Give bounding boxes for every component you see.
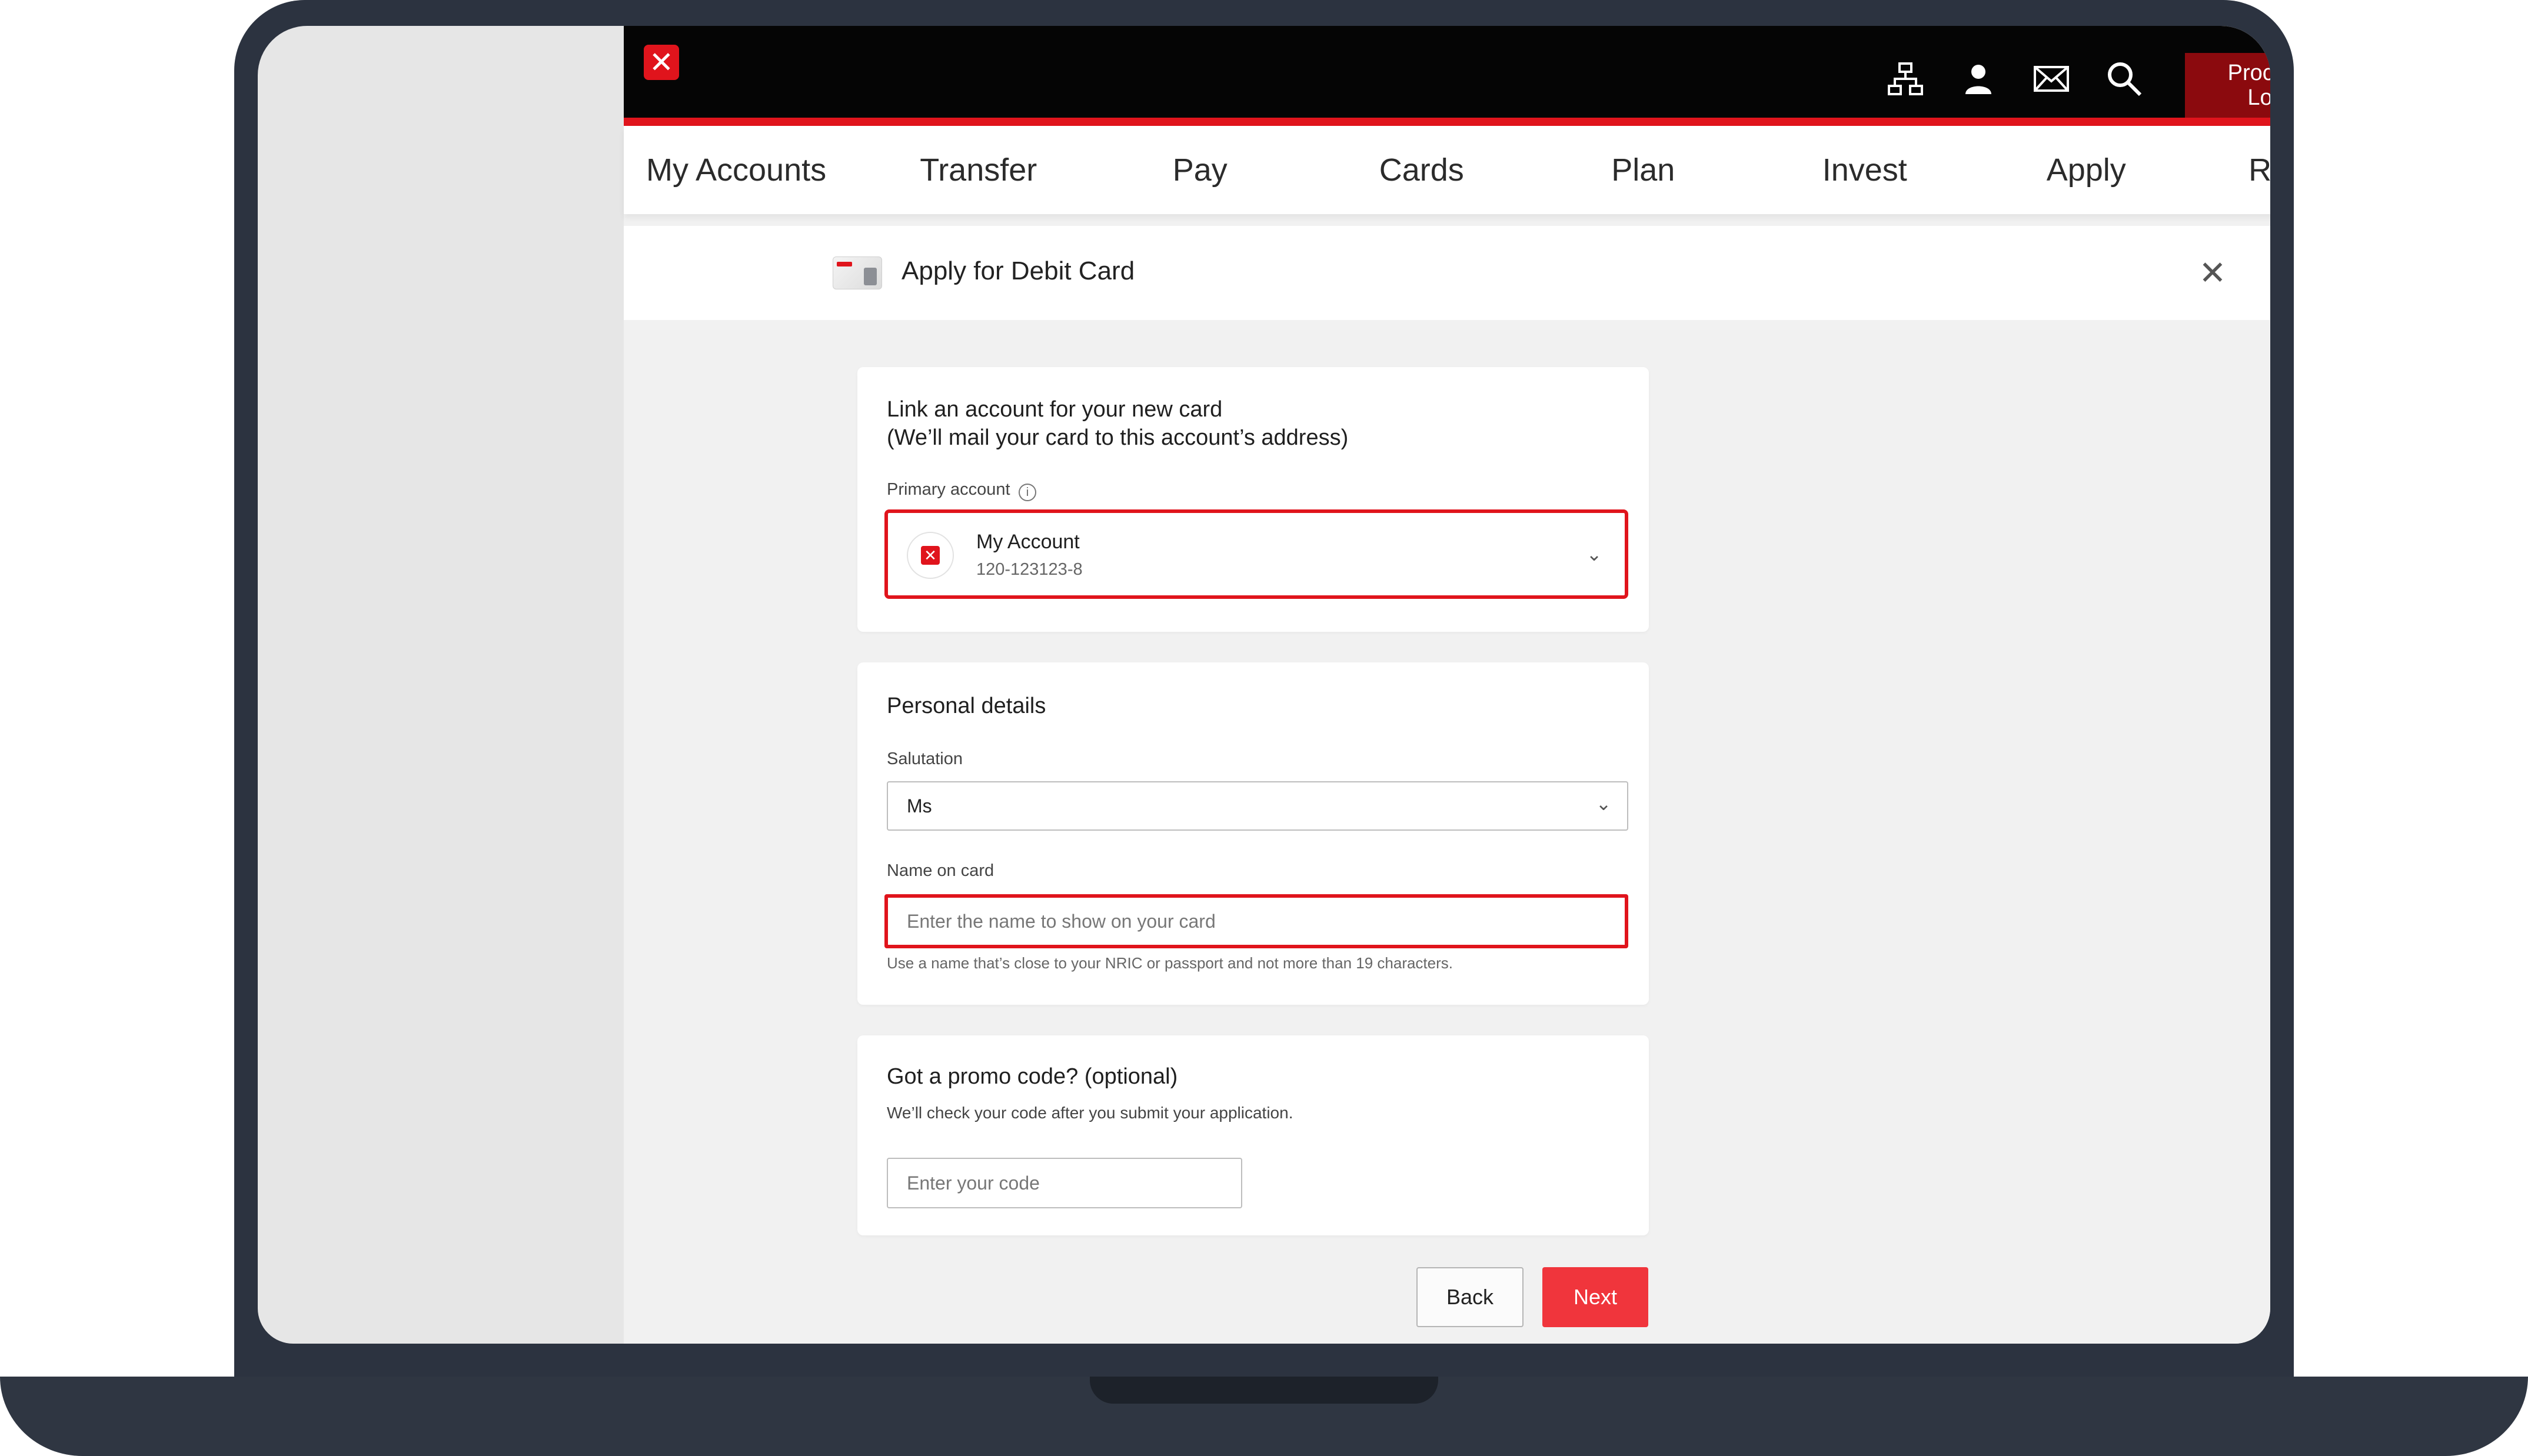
logout-button[interactable]: Proceed to Logout <box>2185 53 2270 118</box>
nav-cards[interactable]: Cards <box>1311 152 1533 188</box>
laptop-notch <box>1090 1377 1438 1404</box>
link-account-heading-line2: (We’ll mail your card to this account’s … <box>887 425 1349 450</box>
main-nav: My Accounts Transfer Pay Cards Plan Inve… <box>624 126 2270 214</box>
logout-label-line2: Logout <box>2247 85 2270 110</box>
nav-transfer[interactable]: Transfer <box>868 152 1090 188</box>
salutation-label: Salutation <box>887 749 963 768</box>
chevron-down-icon: ⌄ <box>1595 793 1612 814</box>
primary-account-label: Primary account <box>887 480 1010 499</box>
promo-code-input[interactable] <box>887 1158 1242 1208</box>
salutation-select[interactable]: Ms ⌄ <box>887 781 1628 831</box>
link-account-panel: Link an account for your new card (We’ll… <box>857 367 1649 632</box>
logout-label-line1: Proceed to <box>2227 61 2270 85</box>
nav-request[interactable]: Request <box>2197 152 2270 188</box>
promo-code-panel: Got a promo code? (optional) We’ll check… <box>857 1035 1649 1235</box>
account-number: 120-123123-8 <box>976 560 1083 579</box>
salutation-value: Ms <box>907 795 932 817</box>
page-header: Apply for Debit Card ✕ <box>624 226 2270 320</box>
sitemap-icon[interactable] <box>1882 55 1929 102</box>
search-icon[interactable] <box>2101 55 2148 102</box>
promo-subtext: We’ll check your code after you submit y… <box>887 1104 1293 1122</box>
nav-pay[interactable]: Pay <box>1089 152 1311 188</box>
name-on-card-hint: Use a name that’s close to your NRIC or … <box>887 954 1453 972</box>
name-on-card-label: Name on card <box>887 861 994 880</box>
nav-plan[interactable]: Plan <box>1532 152 1754 188</box>
next-button[interactable]: Next <box>1542 1267 1648 1327</box>
laptop-bezel: ✕ Proc Lo My Accounts Transfer Pay Cards… <box>258 26 2270 1344</box>
page-title: Apply for Debit Card <box>902 256 1135 285</box>
close-icon[interactable]: ✕ <box>2189 249 2236 296</box>
name-on-card-input[interactable] <box>884 894 1628 948</box>
chevron-down-icon: ⌄ <box>1586 544 1602 565</box>
mail-icon[interactable] <box>2028 55 2075 102</box>
top-bar: ✕ Proc Lo <box>624 26 2270 126</box>
nav-invest[interactable]: Invest <box>1754 152 1976 188</box>
link-account-heading-line1: Link an account for your new card <box>887 397 1223 422</box>
info-icon[interactable]: i <box>1018 483 1036 501</box>
account-bank-icon: ✕ <box>907 532 954 579</box>
nav-my-accounts[interactable]: My Accounts <box>624 152 868 188</box>
primary-account-label-row: Primary account i <box>887 480 1036 501</box>
primary-account-select[interactable]: ✕ My Account 120-123123-8 ⌄ <box>884 509 1628 599</box>
personal-details-heading: Personal details <box>887 694 1046 718</box>
promo-heading: Got a promo code? (optional) <box>887 1064 1178 1089</box>
personal-details-panel: Personal details Salutation Ms ⌄ Name on… <box>857 662 1649 1005</box>
bank-logo[interactable]: ✕ <box>644 45 679 80</box>
link-account-heading: Link an account for your new card (We’ll… <box>887 395 1348 452</box>
back-button[interactable]: Back <box>1416 1267 1524 1327</box>
logout-label: Proceed to Logout <box>2228 61 2270 110</box>
nav-apply[interactable]: Apply <box>1975 152 2197 188</box>
debit-card-thumbnail <box>833 256 882 289</box>
screen: ✕ Proc Lo My Accounts Transfer Pay Cards… <box>624 26 2270 1344</box>
account-name: My Account <box>976 531 1080 553</box>
user-icon[interactable] <box>1955 55 2002 102</box>
